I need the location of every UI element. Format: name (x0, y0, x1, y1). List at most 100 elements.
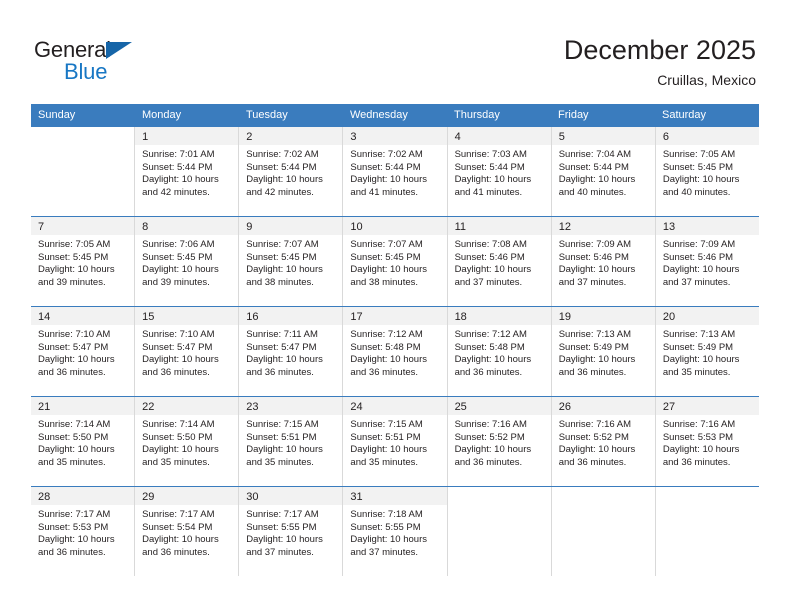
sunrise-text: Sunrise: 7:16 AM (454, 419, 527, 430)
daylight-text-line2: and 36 minutes. (38, 546, 106, 558)
day-cell[interactable]: 2 Sunrise: 7:02 AM Sunset: 5:44 PM Dayli… (238, 127, 343, 216)
sunrise-text: Sunrise: 7:05 AM (662, 149, 736, 160)
day-cell[interactable]: 20 Sunrise: 7:13 AM Sunset: 5:49 PM Dayl… (654, 307, 759, 396)
day-number-band: 4 (447, 127, 551, 145)
daylight-text-line2: and 36 minutes. (142, 366, 210, 378)
daylight-text-line1: Daylight: 10 hours (454, 174, 532, 186)
day-info (448, 505, 551, 509)
day-info: Sunrise: 7:18 AM Sunset: 5:55 PM Dayligh… (343, 505, 446, 559)
day-number-band (656, 487, 759, 505)
sunrise-text: Sunrise: 7:18 AM (350, 509, 423, 520)
daylight-text-line1: Daylight: 10 hours (38, 534, 115, 546)
day-cell[interactable]: 12 Sunrise: 7:09 AM Sunset: 5:46 PM Dayl… (550, 217, 655, 306)
sunset-text: Sunset: 5:47 PM (142, 341, 213, 353)
day-number: 15 (142, 311, 155, 323)
day-cell[interactable]: 30 Sunrise: 7:17 AM Sunset: 5:55 PM Dayl… (238, 487, 343, 576)
day-number: 4 (454, 131, 461, 143)
day-number-band: 5 (551, 127, 655, 145)
day-cell[interactable] (654, 487, 759, 576)
daylight-text-line2: and 36 minutes. (246, 366, 314, 378)
day-cell[interactable] (550, 487, 655, 576)
day-number-band: 1 (135, 127, 239, 145)
sunset-text: Sunset: 5:55 PM (246, 521, 317, 533)
day-cell[interactable] (31, 127, 134, 216)
weekday-header-friday: Friday (558, 109, 589, 121)
sunrise-text: Sunrise: 7:15 AM (246, 419, 319, 430)
daylight-text-line1: Daylight: 10 hours (662, 354, 740, 366)
day-number-band: 31 (343, 487, 447, 505)
sunrise-text: Sunrise: 7:14 AM (142, 419, 215, 430)
day-cell[interactable]: 28 Sunrise: 7:17 AM Sunset: 5:53 PM Dayl… (31, 487, 135, 576)
day-cell[interactable] (446, 487, 551, 576)
day-cell[interactable]: 31 Sunrise: 7:18 AM Sunset: 5:55 PM Dayl… (342, 487, 447, 576)
day-cell[interactable]: 15 Sunrise: 7:10 AM Sunset: 5:47 PM Dayl… (134, 307, 239, 396)
day-cell[interactable]: 21 Sunrise: 7:14 AM Sunset: 5:50 PM Dayl… (31, 397, 135, 486)
day-cell[interactable]: 17 Sunrise: 7:12 AM Sunset: 5:48 PM Dayl… (342, 307, 447, 396)
daylight-text-line2: and 42 minutes. (142, 186, 210, 198)
day-cell[interactable]: 7 Sunrise: 7:05 AM Sunset: 5:45 PM Dayli… (31, 217, 135, 306)
day-number: 14 (38, 311, 51, 323)
day-number: 13 (662, 221, 676, 233)
daylight-text-line1: Daylight: 10 hours (142, 354, 219, 366)
day-cell[interactable]: 11 Sunrise: 7:08 AM Sunset: 5:46 PM Dayl… (446, 217, 551, 306)
day-cell[interactable]: 10 Sunrise: 7:07 AM Sunset: 5:45 PM Dayl… (342, 217, 447, 306)
day-info: Sunrise: 7:12 AM Sunset: 5:48 PM Dayligh… (448, 325, 551, 379)
daylight-text-line2: and 36 minutes. (350, 366, 419, 378)
day-number: 1 (142, 131, 149, 143)
day-cell[interactable]: 27 Sunrise: 7:16 AM Sunset: 5:53 PM Dayl… (654, 397, 759, 486)
daylight-text-line1: Daylight: 10 hours (350, 264, 427, 276)
day-cell[interactable]: 24 Sunrise: 7:15 AM Sunset: 5:51 PM Dayl… (342, 397, 447, 486)
calendar-grid: Sunday Monday Tuesday Wednesday Thursday… (31, 104, 759, 576)
day-cell[interactable]: 18 Sunrise: 7:12 AM Sunset: 5:48 PM Dayl… (446, 307, 551, 396)
day-cell[interactable]: 4 Sunrise: 7:03 AM Sunset: 5:44 PM Dayli… (446, 127, 551, 216)
weekday-header-thursday: Thursday (454, 109, 500, 121)
day-cell[interactable]: 6 Sunrise: 7:05 AM Sunset: 5:45 PM Dayli… (654, 127, 759, 216)
day-number-band (448, 487, 551, 505)
day-cell[interactable]: 19 Sunrise: 7:13 AM Sunset: 5:49 PM Dayl… (550, 307, 655, 396)
sunset-text: Sunset: 5:53 PM (38, 521, 109, 533)
day-number-band: 14 (31, 307, 135, 325)
day-cell[interactable]: 3 Sunrise: 7:02 AM Sunset: 5:44 PM Dayli… (342, 127, 447, 216)
day-number: 6 (662, 131, 669, 143)
daylight-text-line2: and 36 minutes. (558, 366, 627, 378)
sunrise-text: Sunrise: 7:05 AM (38, 239, 111, 250)
day-number: 11 (454, 221, 466, 233)
daylight-text-line2: and 38 minutes. (350, 276, 419, 288)
day-number-band: 10 (343, 217, 447, 235)
page-header: General Blue December 2025 Cruillas, Mex… (0, 0, 792, 104)
day-cell[interactable]: 16 Sunrise: 7:11 AM Sunset: 5:47 PM Dayl… (238, 307, 343, 396)
sunset-text: Sunset: 5:44 PM (350, 161, 421, 173)
daylight-text-line2: and 36 minutes. (142, 546, 210, 558)
day-cell[interactable]: 8 Sunrise: 7:06 AM Sunset: 5:45 PM Dayli… (134, 217, 239, 306)
day-number: 20 (662, 311, 676, 323)
day-number-band: 12 (551, 217, 655, 235)
day-cell[interactable]: 1 Sunrise: 7:01 AM Sunset: 5:44 PM Dayli… (134, 127, 239, 216)
daylight-text-line1: Daylight: 10 hours (454, 444, 532, 456)
day-number: 22 (142, 401, 155, 413)
day-number: 7 (38, 221, 45, 233)
sunset-text: Sunset: 5:54 PM (142, 521, 213, 533)
day-cell[interactable]: 29 Sunrise: 7:17 AM Sunset: 5:54 PM Dayl… (134, 487, 239, 576)
day-cell[interactable]: 22 Sunrise: 7:14 AM Sunset: 5:50 PM Dayl… (134, 397, 239, 486)
sunset-text: Sunset: 5:45 PM (246, 251, 317, 263)
day-cell[interactable]: 25 Sunrise: 7:16 AM Sunset: 5:52 PM Dayl… (446, 397, 551, 486)
day-number-band: 7 (31, 217, 135, 235)
day-cell[interactable]: 5 Sunrise: 7:04 AM Sunset: 5:44 PM Dayli… (550, 127, 655, 216)
sunset-text: Sunset: 5:44 PM (142, 161, 213, 173)
day-cell[interactable]: 26 Sunrise: 7:16 AM Sunset: 5:52 PM Dayl… (550, 397, 655, 486)
day-number: 31 (350, 491, 363, 503)
day-cell[interactable]: 13 Sunrise: 7:09 AM Sunset: 5:46 PM Dayl… (654, 217, 759, 306)
day-number-band: 30 (239, 487, 343, 505)
daylight-text-line1: Daylight: 10 hours (38, 354, 115, 366)
day-cell[interactable]: 14 Sunrise: 7:10 AM Sunset: 5:47 PM Dayl… (31, 307, 135, 396)
sunset-text: Sunset: 5:47 PM (246, 341, 317, 353)
week-row: 28 Sunrise: 7:17 AM Sunset: 5:53 PM Dayl… (31, 486, 759, 576)
daylight-text-line1: Daylight: 10 hours (246, 534, 323, 546)
daylight-text-line1: Daylight: 10 hours (38, 444, 115, 456)
day-number-band: 21 (31, 397, 135, 415)
day-info: Sunrise: 7:12 AM Sunset: 5:48 PM Dayligh… (343, 325, 446, 379)
day-cell[interactable]: 23 Sunrise: 7:15 AM Sunset: 5:51 PM Dayl… (238, 397, 343, 486)
day-cell[interactable]: 9 Sunrise: 7:07 AM Sunset: 5:45 PM Dayli… (238, 217, 343, 306)
day-number-band: 6 (655, 127, 759, 145)
sunset-text: Sunset: 5:44 PM (246, 161, 317, 173)
